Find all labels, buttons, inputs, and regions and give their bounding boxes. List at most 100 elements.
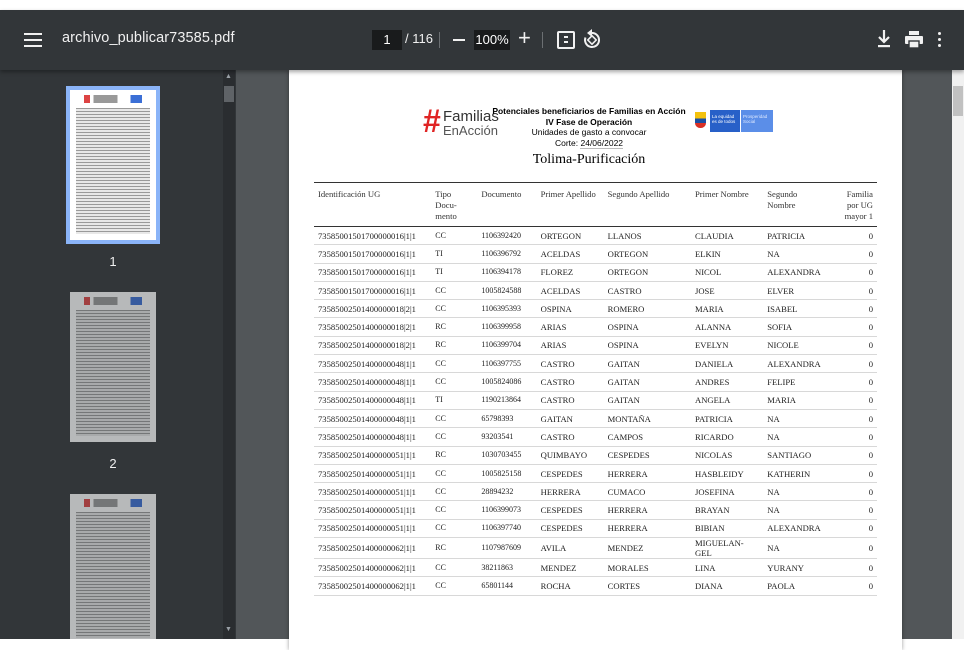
table-cell: 73585002501400000062|1|1 <box>314 537 432 560</box>
table-row: 73585002501400000048|1|1 CC 1106397755 CAST… <box>314 354 877 374</box>
page-thumbnail-2[interactable] <box>70 292 156 442</box>
print-icon[interactable] <box>904 30 924 55</box>
table-cell: HERRERA <box>603 464 691 484</box>
table-cell: CUMACO <box>603 482 691 502</box>
zoom-in-button[interactable]: + <box>518 26 531 50</box>
thumbnail-header <box>84 499 142 507</box>
pdf-toolbar: archivo_publicar73585.pdf 1 / 116 100% + <box>0 10 964 70</box>
header-subtitle: Unidades de gasto a convocar <box>531 127 647 137</box>
table-cell: DANIELA <box>690 354 764 374</box>
table-cell: 73585002501400000048|1|1 <box>314 391 432 410</box>
table-cell: ALEXANDRA <box>763 354 837 374</box>
table-cell: NA <box>763 427 837 447</box>
table-cell: CC <box>431 299 478 319</box>
table-cell: RC <box>431 336 478 356</box>
table-cell: 73585002501400000018|2|1 <box>314 299 432 319</box>
table-cell: CC <box>431 558 478 578</box>
column-header: Familia por UG mayor 1 <box>836 182 877 227</box>
table-cell: PAOLA <box>763 576 837 596</box>
table-cell: 28894232 <box>477 482 537 502</box>
table-cell: 0 <box>836 427 877 447</box>
table-cell: CESPEDES <box>536 464 604 484</box>
table-cell: SOFIA <box>763 317 837 337</box>
table-cell: CC <box>431 372 478 392</box>
table-cell: ALEXANDRA <box>763 519 837 539</box>
table-cell: 0 <box>836 391 877 410</box>
window-top-edge <box>0 0 964 10</box>
menu-icon[interactable] <box>22 29 44 51</box>
scroll-down-arrow-icon[interactable]: ▼ <box>225 626 232 633</box>
header-title: Potenciales beneficiarios de Familias en… <box>492 106 686 116</box>
scroll-up-arrow-icon[interactable]: ▲ <box>225 73 232 80</box>
table-cell: MENDEZ <box>536 558 604 578</box>
column-header: Tipo Docu-mento <box>431 182 478 227</box>
column-header: Documento <box>477 182 537 227</box>
prosperidad-logo-text: Prosperidad Social <box>741 110 773 132</box>
table-cell: CC <box>431 519 478 539</box>
table-cell: FELIPE <box>763 372 837 392</box>
fit-page-icon[interactable] <box>557 31 575 49</box>
page-thumbnail-3[interactable] <box>70 494 156 639</box>
rotate-icon[interactable] <box>582 28 602 55</box>
column-header: Segundo Apellido <box>603 182 691 227</box>
table-cell: CC <box>431 226 478 246</box>
download-icon[interactable] <box>876 29 892 54</box>
header-corte: Corte: 24/06/2022 <box>489 137 689 149</box>
table-cell: ELVER <box>763 281 837 301</box>
main-scrollbar[interactable] <box>952 70 964 639</box>
main-scroll-thumb[interactable] <box>953 86 963 116</box>
table-cell: CC <box>431 409 478 429</box>
table-cell: 73585002501400000048|1|1 <box>314 409 432 429</box>
table-cell: 1005824086 <box>477 372 537 392</box>
table-cell: ACELDAS <box>536 281 604 301</box>
page-number-input[interactable]: 1 <box>372 30 402 50</box>
table-cell: 73585002501400000062|1|1 <box>314 576 432 596</box>
table-row: 73585002501400000062|1|1 CC 38211863 MENDEZ… <box>314 558 877 578</box>
table-cell: ROMERO <box>603 299 691 319</box>
table-cell: NA <box>763 409 837 429</box>
colombia-shield-icon <box>695 112 706 128</box>
column-header: Segundo Nombre <box>763 182 837 227</box>
table-cell: CESPEDES <box>536 500 604 520</box>
table-cell: 73585001501700000016|1|1 <box>314 244 432 264</box>
table-row: 73585002501400000048|1|1 CC 93203541 CASTRO… <box>314 427 877 447</box>
table-cell: 0 <box>836 558 877 578</box>
table-cell: GAITAN <box>603 391 691 410</box>
table-cell: NA <box>763 537 837 560</box>
sidebar-scroll-thumb[interactable] <box>224 86 234 102</box>
toolbar-divider <box>542 32 543 48</box>
table-cell: 0 <box>836 576 877 596</box>
table-row: 73585002501400000051|1|1 RC 1030703455 QUIM… <box>314 446 877 465</box>
table-cell: JOSE <box>690 281 764 301</box>
column-header: Primer Apellido <box>536 182 604 227</box>
zoom-level-input[interactable]: 100% <box>474 30 510 50</box>
column-header: Identificación UG <box>314 182 432 227</box>
table-cell: ISABEL <box>763 299 837 319</box>
table-row: 73585002501400000051|1|1 CC 28894232 HERRER… <box>314 482 877 502</box>
table-cell: MONTAÑA <box>603 409 691 429</box>
table-cell: FLOREZ <box>536 263 604 282</box>
table-cell: 1106399704 <box>477 336 537 356</box>
table-cell: ALANNA <box>690 317 764 337</box>
zoom-out-button[interactable] <box>453 39 465 41</box>
corte-label: Corte: <box>554 137 579 148</box>
beneficiaries-table: Identificación UG Tipo Docu-mento Documen… <box>314 182 877 596</box>
table-cell: CC <box>431 281 478 301</box>
table-cell: 73585002501400000051|1|1 <box>314 464 432 484</box>
table-row: 73585002501400000048|1|1 TI 1190213864 CAST… <box>314 391 877 410</box>
more-options-icon[interactable] <box>938 30 942 50</box>
table-cell: 0 <box>836 519 877 539</box>
table-cell: BRAYAN <box>690 500 764 520</box>
table-row: 73585002501400000051|1|1 CC 1005825158 CESP… <box>314 464 877 484</box>
table-cell: 1005825158 <box>477 464 537 484</box>
table-row: 73585002501400000051|1|1 CC 1106397740 CESP… <box>314 519 877 539</box>
table-cell: DIANA <box>690 576 764 596</box>
hashtag-icon: # <box>423 103 441 139</box>
table-cell: CC <box>431 354 478 374</box>
page-thumbnail-1[interactable] <box>66 86 160 244</box>
table-cell: CAMPOS <box>603 427 691 447</box>
table-cell: YURANY <box>763 558 837 578</box>
table-row: 73585001501700000016|1|1 CC 1106392420 ORTE… <box>314 226 877 246</box>
table-cell: 93203541 <box>477 427 537 447</box>
sidebar-scrollbar[interactable] <box>223 70 235 639</box>
